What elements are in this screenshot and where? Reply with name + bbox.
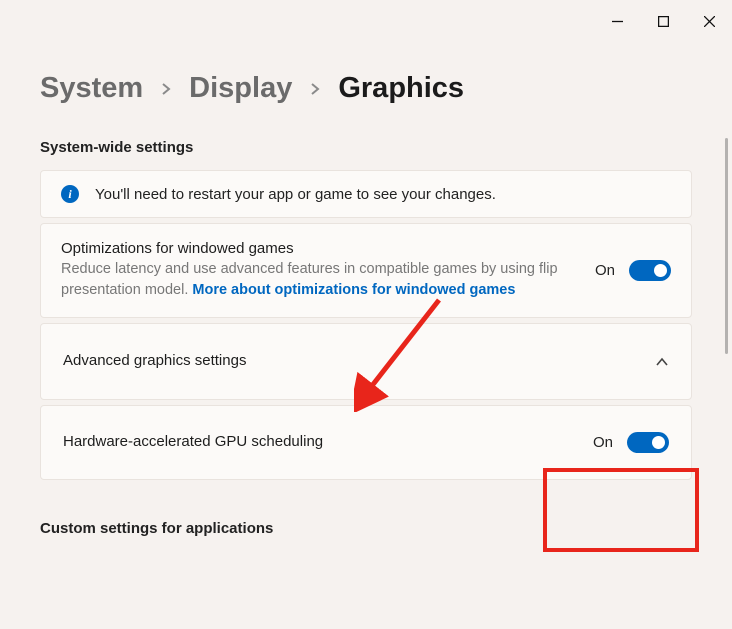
- gpu-scheduling-state-label: On: [593, 434, 613, 451]
- minimize-button[interactable]: [594, 6, 640, 36]
- windowed-opt-description: Reduce latency and use advanced features…: [61, 259, 579, 301]
- windowed-opt-state-label: On: [595, 262, 615, 279]
- breadcrumb-system[interactable]: System: [40, 72, 143, 105]
- info-icon: [61, 185, 79, 203]
- info-banner: You'll need to restart your app or game …: [40, 170, 692, 218]
- advanced-graphics-expander[interactable]: Advanced graphics settings: [40, 323, 692, 400]
- chevron-up-icon: [655, 355, 669, 369]
- section-heading-systemwide: System-wide settings: [40, 139, 692, 156]
- chevron-right-icon: [159, 82, 173, 96]
- maximize-button[interactable]: [640, 6, 686, 36]
- scrollbar-thumb[interactable]: [725, 138, 728, 354]
- windowed-optimizations-card: Optimizations for windowed games Reduce …: [40, 223, 692, 318]
- windowed-opt-toggle[interactable]: [629, 260, 671, 281]
- breadcrumb-graphics: Graphics: [338, 72, 464, 105]
- windowed-opt-learn-more-link[interactable]: More about optimizations for windowed ga…: [192, 282, 515, 298]
- gpu-scheduling-card: Hardware-accelerated GPU scheduling On: [40, 405, 692, 480]
- section-heading-customapps: Custom settings for applications: [40, 520, 692, 537]
- close-button[interactable]: [686, 6, 732, 36]
- gpu-scheduling-toggle[interactable]: [627, 432, 669, 453]
- windowed-opt-title: Optimizations for windowed games: [61, 240, 579, 257]
- chevron-right-icon: [308, 82, 322, 96]
- advanced-graphics-title: Advanced graphics settings: [63, 352, 639, 369]
- breadcrumb-display[interactable]: Display: [189, 72, 292, 105]
- breadcrumb: System Display Graphics: [40, 72, 692, 105]
- gpu-scheduling-title: Hardware-accelerated GPU scheduling: [63, 433, 577, 450]
- info-banner-text: You'll need to restart your app or game …: [95, 186, 496, 203]
- window-title-bar: [0, 0, 732, 36]
